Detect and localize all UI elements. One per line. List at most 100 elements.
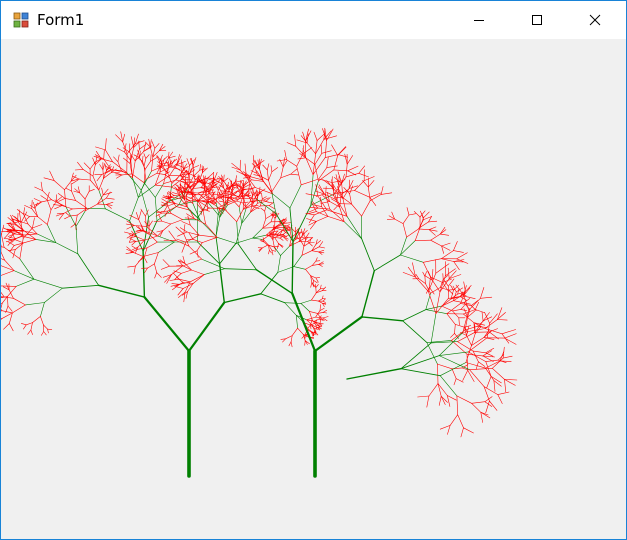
leaf-segment (133, 137, 136, 148)
leaf-segment (313, 204, 322, 207)
leaf-segment (309, 311, 318, 314)
leaf-segment (23, 324, 27, 330)
leaf-segment (483, 386, 490, 402)
leaf-segment (453, 378, 457, 386)
leaf-segment (251, 179, 264, 182)
branch-segment (400, 254, 424, 263)
leaf-segment (318, 246, 326, 249)
leaf-segment (300, 178, 320, 186)
leaf-segment (3, 296, 14, 299)
leaf-segment (497, 319, 508, 321)
leaf-segment (192, 157, 197, 166)
leaf-segment (465, 362, 486, 369)
leaf-segment (57, 193, 66, 199)
branch-segment (105, 208, 130, 222)
app-icon[interactable] (13, 12, 29, 28)
close-button[interactable] (572, 1, 618, 39)
leaf-segment (313, 280, 318, 284)
leaf-segment (106, 197, 115, 200)
leaf-segment (46, 199, 52, 211)
leaf-segment (168, 230, 177, 241)
client-area[interactable] (1, 39, 626, 539)
leaf-segment (421, 213, 424, 220)
leaf-segment (143, 153, 147, 159)
branch-segment (277, 266, 295, 273)
leaf-segment (231, 166, 241, 171)
leaf-segment (143, 158, 147, 167)
leaf-segment (302, 131, 306, 142)
leaf-segment (315, 260, 321, 262)
leaf-segment (290, 335, 293, 343)
leaf-segment (266, 169, 269, 181)
leaf-segment (154, 143, 160, 149)
leaf-segment (40, 316, 44, 326)
leaf-segment (335, 174, 340, 186)
leaf-segment (65, 187, 72, 192)
branch-segment (400, 342, 432, 370)
branch-segment (295, 314, 298, 329)
leaf-segment (325, 186, 327, 196)
leaf-segment (423, 211, 430, 218)
leaf-segment (361, 200, 371, 217)
branch-segment (235, 237, 253, 244)
title-bar[interactable]: Form1 (1, 1, 626, 39)
leaf-segment (145, 215, 147, 227)
leaf-segment (296, 166, 302, 186)
leaf-segment (331, 144, 339, 156)
branch-segment (252, 227, 264, 239)
leaf-segment (274, 237, 281, 239)
leaf-segment (145, 173, 158, 180)
leaf-segment (322, 295, 324, 300)
leaf-segment (170, 219, 183, 225)
leaf-segment (367, 180, 375, 188)
leaf-segment (380, 192, 393, 195)
leaf-segment (69, 214, 78, 217)
leaf-segment (422, 258, 442, 263)
branch-segment (284, 302, 302, 304)
minimize-button[interactable] (456, 1, 502, 39)
leaf-segment (154, 263, 157, 273)
leaf-segment (136, 226, 142, 231)
branch-segment (252, 237, 264, 240)
leaf-segment (40, 331, 45, 336)
leaf-segment (306, 218, 317, 222)
leaf-segment (31, 208, 39, 217)
branch-segment (201, 258, 225, 269)
leaf-segment (248, 166, 255, 181)
leaf-segment (72, 208, 88, 210)
leaf-segment (270, 215, 274, 223)
leaf-segment (320, 144, 323, 154)
maximize-icon (532, 15, 542, 25)
leaf-segment (129, 236, 137, 239)
leaf-segment (347, 170, 357, 176)
leaf-segment (218, 181, 224, 191)
leaf-segment (249, 200, 257, 203)
leaf-segment (162, 259, 170, 267)
leaf-segment (182, 258, 202, 267)
leaf-segment (6, 231, 15, 234)
leaf-segment (319, 318, 322, 324)
leaf-segment (261, 196, 267, 200)
leaf-segment (445, 268, 456, 276)
leaf-segment (322, 317, 328, 322)
leaf-segment (478, 361, 486, 367)
leaf-segment (161, 198, 168, 203)
leaf-segment (315, 216, 329, 222)
leaf-segment (501, 333, 510, 344)
leaf-segment (413, 211, 421, 218)
maximize-button[interactable] (514, 1, 560, 39)
leaf-segment (456, 252, 468, 260)
branch-segment (430, 313, 437, 344)
leaf-segment (290, 168, 298, 175)
leaf-segment (440, 258, 455, 262)
leaf-segment (32, 217, 35, 229)
leaf-segment (480, 411, 484, 423)
leaf-segment (272, 239, 275, 248)
leaf-segment (262, 244, 268, 249)
leaf-segment (192, 274, 205, 284)
branch-segment (260, 271, 279, 295)
leaf-segment (14, 239, 24, 244)
leaf-segment (457, 341, 474, 352)
leaf-segment (327, 216, 345, 222)
leaf-segment (296, 153, 304, 167)
